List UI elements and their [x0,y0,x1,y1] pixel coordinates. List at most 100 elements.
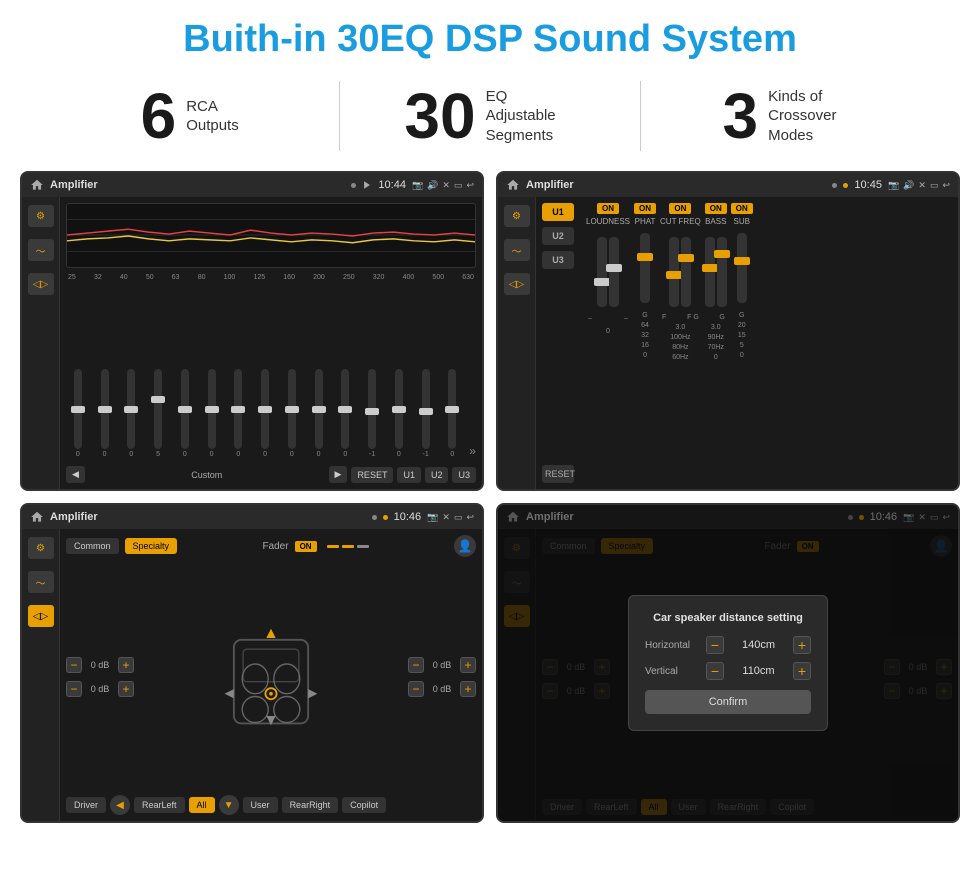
crossover-sidebar-icon-3[interactable]: ◁▷ [504,273,530,295]
vertical-value: 110cm [730,665,787,677]
user-icon[interactable]: 👤 [454,535,476,557]
specialty-tab[interactable]: Specialty [125,538,178,554]
db-control-bottom-left: − 0 dB + [66,681,134,697]
dialog-horizontal-row: Horizontal − 140cm + [645,636,811,654]
fader-on-badge: ON [295,541,317,552]
eq-slider-6[interactable]: 0 [227,369,251,458]
eq-sidebar-icon-3[interactable]: ◁▷ [28,273,54,295]
fader-dot1 [372,515,377,520]
crossover-status-icons: 📷 🔊 ✕ ▭ ↩ [888,180,950,191]
eq-prev-button[interactable]: ◀ [66,466,85,483]
eq-slider-5[interactable]: 0 [200,369,224,458]
db-minus-tl[interactable]: − [66,657,82,673]
crossover-presets: U1 U2 U3 RESET [542,203,574,483]
eq-u1-button[interactable]: U1 [397,467,421,483]
eq-freq-labels: 25 32 40 50 63 80 100 125 160 200 250 32… [66,274,476,281]
fader-dot2 [383,515,388,520]
eq-slider-11[interactable]: -1 [360,369,384,458]
expand-icon[interactable]: » [467,444,476,458]
stat-label-crossover: Kinds ofCrossover Modes [768,87,858,146]
arrow-left[interactable]: ◀ [110,795,130,815]
camera-icon-3: 📷 [427,512,438,523]
crossover-sidebar-icon-1[interactable]: ⚙ [504,205,530,227]
sub-control: ON SUB G 20 15 5 0 [731,203,753,483]
home-icon [30,178,44,192]
eq-reset-button[interactable]: RESET [351,467,393,483]
fader-controls: − 0 dB + − 0 dB + [66,565,476,789]
horizontal-plus[interactable]: + [793,636,811,654]
eq-slider-3[interactable]: 5 [146,369,170,458]
eq-slider-10[interactable]: 0 [334,369,358,458]
camera-icon-2: 📷 [888,180,899,191]
cutfreq-control: ON CUT FREQ F F G 3.0 100Hz 80Hz [660,203,701,483]
vertical-plus[interactable]: + [793,662,811,680]
common-tab[interactable]: Common [66,538,119,554]
eq-u2-button[interactable]: U2 [425,467,449,483]
db-minus-br[interactable]: − [408,681,424,697]
crossover-u3-button[interactable]: U3 [542,251,574,269]
eq-sidebar: ⚙ 〜 ◁▷ [22,197,60,489]
home-icon-2 [506,178,520,192]
cutfreq-on-badge: ON [669,203,691,214]
cutfreq-label: CUT FREQ [660,217,701,226]
eq-slider-0[interactable]: 0 [66,369,90,458]
freq-200: 200 [313,274,325,281]
eq-sidebar-icon-2[interactable]: 〜 [28,239,54,261]
db-plus-tr[interactable]: + [460,657,476,673]
eq-slider-9[interactable]: 0 [307,369,331,458]
volume-icon-2: 🔊 [903,180,914,191]
copilot-button[interactable]: Copilot [342,797,386,813]
x-icon-3: ✕ [442,512,450,523]
eq-sidebar-icon-1[interactable]: ⚙ [28,205,54,227]
horizontal-minus[interactable]: − [706,636,724,654]
screens-grid: Amplifier 10:44 📷 🔊 ✕ ▭ ↩ ⚙ 〜 ◁▷ [0,165,980,833]
dialog-title-text: Car speaker distance setting [645,612,811,624]
confirm-button[interactable]: Confirm [645,690,811,714]
stat-eq: 30 EQ AdjustableSegments [340,84,639,148]
rearleft-button[interactable]: RearLeft [134,797,185,813]
fader-sidebar-icon-1[interactable]: ⚙ [28,537,54,559]
eq-slider-13[interactable]: -1 [414,369,438,458]
rearright-button[interactable]: RearRight [282,797,339,813]
driver-button[interactable]: Driver [66,797,106,813]
all-button[interactable]: All [189,797,215,813]
home-icon-3 [30,510,44,524]
crossover-reset-button[interactable]: RESET [542,465,574,483]
rect-icon-2: ▭ [930,180,939,191]
freq-160: 160 [283,274,295,281]
fader-sidebar-icon-3[interactable]: ◁▷ [28,605,54,627]
eq-u3-button[interactable]: U3 [452,467,476,483]
bass-label: BASS [705,217,726,226]
db-minus-bl[interactable]: − [66,681,82,697]
vertical-minus[interactable]: − [706,662,724,680]
eq-slider-2[interactable]: 0 [120,369,144,458]
db-plus-tl[interactable]: + [118,657,134,673]
vertical-label: Vertical [645,666,700,677]
eq-slider-14[interactable]: 0 [441,369,465,458]
arrow-down[interactable]: ▼ [219,795,239,815]
eq-bottom-controls: ◀ Custom ▶ RESET U1 U2 U3 [66,466,476,483]
loudness-on-badge: ON [597,203,619,214]
crossover-u2-button[interactable]: U2 [542,227,574,245]
fader-sidebar-icon-2[interactable]: 〜 [28,571,54,593]
freq-630: 630 [462,274,474,281]
eq-slider-12[interactable]: 0 [387,369,411,458]
play-status-icon [362,180,372,190]
eq-slider-4[interactable]: 0 [173,369,197,458]
back-icon-2: ↩ [942,180,950,191]
db-minus-tr[interactable]: − [408,657,424,673]
eq-slider-1[interactable]: 0 [93,369,117,458]
db-plus-br[interactable]: + [460,681,476,697]
back-icon: ↩ [466,180,474,191]
fader-left-db: − 0 dB + − 0 dB + [66,657,134,697]
eq-slider-7[interactable]: 0 [253,369,277,458]
user-button[interactable]: User [243,797,278,813]
eq-next-button[interactable]: ▶ [329,466,348,483]
crossover-u1-button[interactable]: U1 [542,203,574,221]
db-plus-bl[interactable]: + [118,681,134,697]
stat-rca: 6 RCAOutputs [40,84,339,148]
eq-slider-8[interactable]: 0 [280,369,304,458]
freq-500: 500 [432,274,444,281]
freq-320: 320 [373,274,385,281]
crossover-sidebar-icon-2[interactable]: 〜 [504,239,530,261]
